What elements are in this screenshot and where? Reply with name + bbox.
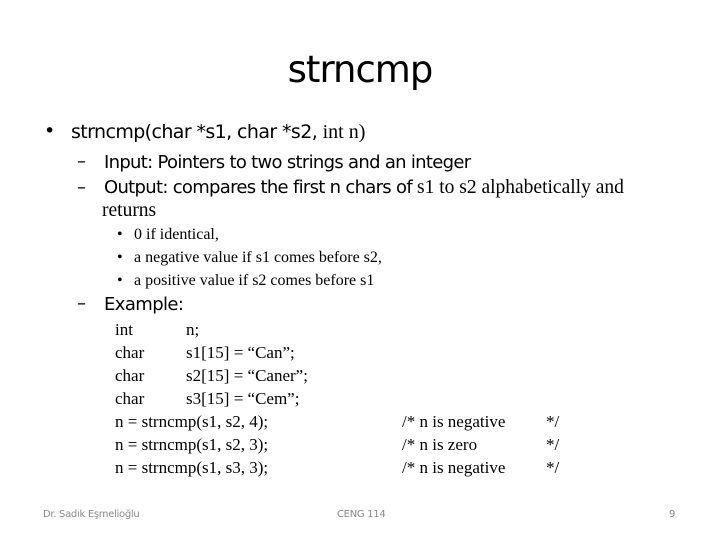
return-item: a positive value if s2 comes before s1 [134,272,375,289]
code-declaration: s3[15] = “Cem”; [186,389,300,408]
code-declaration: n; [186,320,200,339]
input-description: Input: Pointers to two strings and an in… [104,152,471,173]
dash-marker: – [77,151,86,172]
slide-title: strncmp [287,48,434,91]
code-comment-end: */ [546,435,560,454]
code-comment: /* n is negative [402,412,506,431]
example-label: Example: [104,294,184,315]
code-statement: n = strncmp(s1, s2, 4); [115,412,269,431]
footer-author: Dr. Sadık Eşmelioğlu [43,509,140,520]
bullet-marker: • [44,120,56,142]
code-declaration: s1[15] = “Can”; [186,343,295,362]
bullet-marker: • [117,272,123,289]
code-declaration: s2[15] = “Caner”; [186,366,308,385]
return-item: 0 if identical, [134,226,219,243]
bullet-marker: • [117,249,123,266]
signature-sans-part: strncmp(char *s1, char *s2, [71,121,323,143]
signature-serif-part: int n) [322,121,366,143]
bullet-marker: • [117,226,123,243]
code-comment: /* n is negative [402,458,506,477]
code-comment-end: */ [546,412,560,431]
footer-course: CENG 114 [337,509,386,520]
code-type: char [115,389,145,408]
code-comment: /* n is zero [402,435,478,454]
dash-marker: – [77,177,86,198]
output-serif-part: s1 to s2 alphabetically and [416,177,624,198]
page-number: 9 [669,509,676,520]
code-statement: n = strncmp(s1, s2, 3); [115,435,269,454]
return-item: a negative value if s1 comes before s2, [134,249,382,266]
dash-marker: – [77,293,86,314]
code-statement: n = strncmp(s1, s3, 3); [115,458,269,477]
function-signature: strncmp(char *s1, char *s2, int n) [71,121,365,144]
output-sans-part: Output: compares the first n chars of [104,177,417,198]
code-type: char [115,343,145,362]
code-comment-end: */ [546,458,560,477]
output-description: Output: compares the first n chars of s1… [104,177,624,199]
code-type: int [115,320,133,339]
code-type: char [115,366,145,385]
output-continuation: returns [102,200,157,221]
